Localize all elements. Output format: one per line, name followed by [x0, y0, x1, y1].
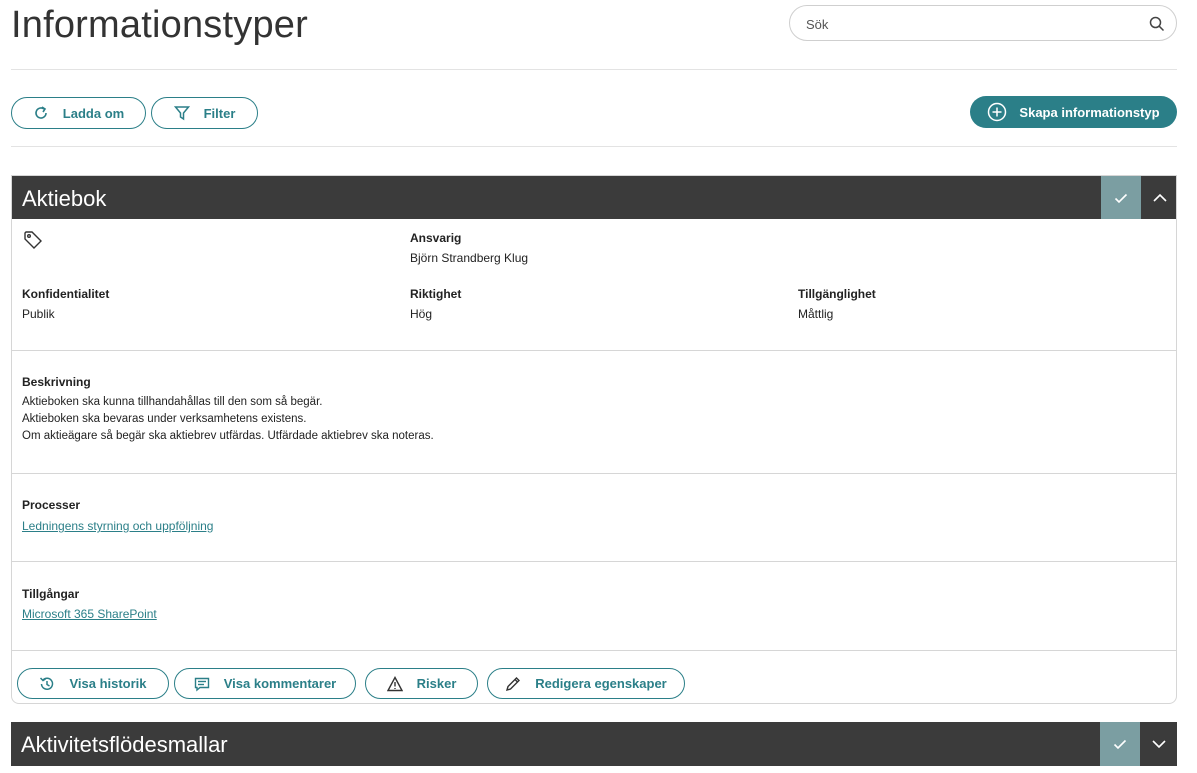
integrity-value: Hög [410, 307, 433, 321]
edit-properties-button[interactable]: Redigera egenskaper [487, 668, 685, 699]
reload-label: Ladda om [62, 105, 125, 121]
asset-link[interactable]: Microsoft 365 SharePoint [22, 607, 157, 621]
check-icon [1113, 739, 1127, 750]
risks-button[interactable]: Risker [365, 668, 478, 699]
process-link[interactable]: Ledningens styrning och uppföljning [22, 519, 213, 533]
availability-value: Måttlig [798, 307, 834, 321]
chevron-up-icon [1152, 193, 1167, 202]
header-divider [11, 69, 1177, 70]
reload-button[interactable]: Ladda om [11, 97, 146, 129]
reload-icon [35, 106, 47, 119]
description-line: Aktieboken ska kunna tillhandahållas til… [22, 396, 323, 408]
chevron-down-icon [1151, 740, 1166, 749]
card-title: Aktivitetsflödesmallar [21, 732, 228, 757]
information-type-card: Aktiebok Ansvarig Björn Strandberg Klug … [11, 175, 1177, 704]
pencil-icon [506, 676, 521, 691]
collapse-button[interactable] [1141, 176, 1176, 219]
card-title: Aktiebok [22, 186, 107, 211]
responsible-label: Ansvarig [410, 231, 462, 245]
create-label: Skapa informationstyp [1019, 104, 1160, 120]
check-icon [1114, 193, 1128, 203]
warning-icon [386, 675, 403, 691]
show-comments-button[interactable]: Visa kommentarer [174, 668, 356, 699]
plus-circle-icon [988, 102, 1007, 122]
filter-icon [173, 106, 190, 121]
card-header[interactable]: Aktivitetsflödesmallar [11, 722, 1177, 766]
section-divider [12, 561, 1176, 562]
select-check-button[interactable] [1100, 722, 1140, 766]
section-divider [12, 473, 1176, 474]
search-input[interactable] [806, 14, 1136, 34]
search-box[interactable] [789, 5, 1177, 41]
integrity-label: Riktighet [410, 287, 462, 301]
availability-label: Tillgänglighet [798, 287, 876, 301]
comments-label: Visa kommentarer [223, 676, 337, 691]
description-line: Om aktieägare så begär ska aktiebrev utf… [22, 430, 434, 442]
responsible-value: Björn Strandberg Klug [410, 251, 529, 265]
history-icon [40, 676, 54, 690]
filter-button[interactable]: Filter [151, 97, 258, 129]
risks-label: Risker [416, 676, 457, 691]
expand-button[interactable] [1140, 722, 1177, 766]
create-information-type-button[interactable]: Skapa informationstyp [970, 96, 1177, 128]
card-header[interactable]: Aktiebok [12, 176, 1176, 219]
section-divider [12, 350, 1176, 351]
processes-label: Processer [22, 498, 81, 512]
confidentiality-value: Publik [22, 307, 55, 321]
section-divider [12, 650, 1176, 651]
search-icon[interactable] [1148, 15, 1166, 33]
show-history-button[interactable]: Visa historik [17, 668, 169, 699]
toolbar-divider [11, 146, 1177, 147]
edit-label: Redigera egenskaper [535, 676, 667, 691]
filter-label: Filter [203, 105, 236, 121]
description-label: Beskrivning [22, 375, 91, 389]
tag-icon [24, 231, 42, 249]
confidentiality-label: Konfidentialitet [22, 287, 110, 301]
page-title: Informationstyper [11, 4, 308, 46]
comment-icon [194, 677, 209, 691]
select-check-button[interactable] [1101, 176, 1141, 219]
history-label: Visa historik [69, 676, 147, 691]
description-line: Aktieboken ska bevaras under verksamhete… [22, 413, 307, 425]
assets-label: Tillgångar [22, 587, 80, 601]
